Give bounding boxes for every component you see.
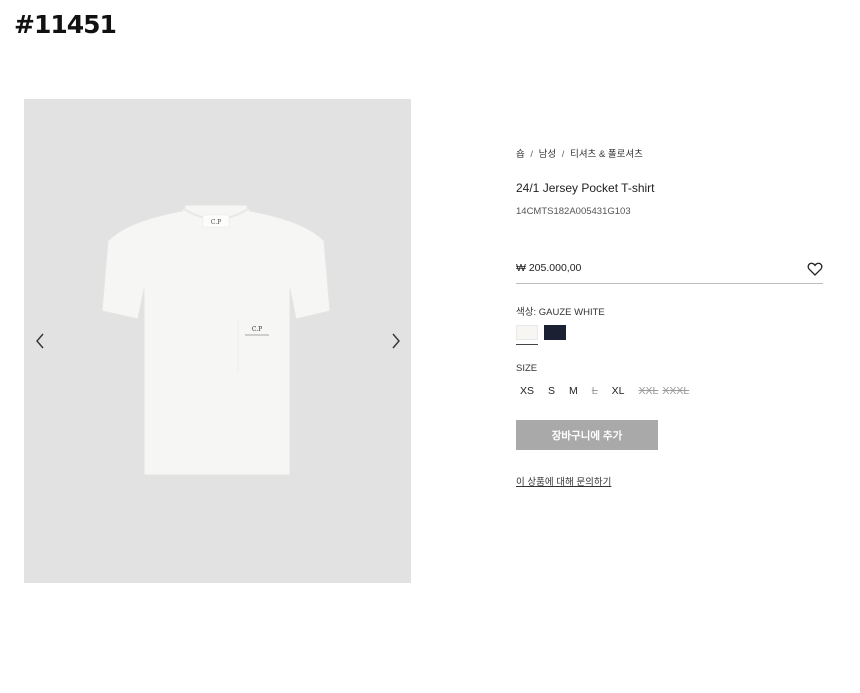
product-price: ₩ 205.000,00 bbox=[516, 262, 582, 274]
product-image: C.P C.P bbox=[101, 204, 331, 476]
breadcrumb-separator: / bbox=[530, 149, 534, 160]
size-option-m[interactable]: M bbox=[569, 385, 578, 397]
breadcrumb: 숍 / 남성 / 티셔츠 & 폴로셔츠 bbox=[516, 146, 643, 160]
breadcrumb-subcategory[interactable]: 티셔츠 & 폴로셔츠 bbox=[570, 149, 643, 160]
size-option-s[interactable]: S bbox=[548, 385, 555, 397]
chevron-right-icon bbox=[392, 333, 400, 349]
breadcrumb-home[interactable]: 숍 bbox=[516, 149, 525, 160]
add-to-cart-button[interactable]: 장바구니에 추가 bbox=[516, 420, 658, 450]
next-image-button[interactable] bbox=[386, 331, 406, 351]
color-label-prefix: 색상: bbox=[516, 307, 537, 318]
prev-image-button[interactable] bbox=[30, 331, 50, 351]
selected-swatch-indicator bbox=[516, 344, 538, 345]
product-gallery: C.P C.P bbox=[24, 99, 411, 583]
size-option-xl[interactable]: XL bbox=[612, 385, 625, 397]
size-options: XS S M L XL XXL XXXL bbox=[516, 385, 689, 397]
product-title: 24/1 Jersey Pocket T-shirt bbox=[516, 181, 655, 195]
color-swatch-navy[interactable] bbox=[544, 325, 566, 340]
size-label: SIZE bbox=[516, 363, 538, 374]
breadcrumb-separator: / bbox=[561, 149, 565, 160]
color-label: 색상: GAUZE WHITE bbox=[516, 304, 605, 318]
pocket-logo: C.P bbox=[252, 326, 262, 333]
price-row: ₩ 205.000,00 bbox=[516, 260, 823, 284]
product-code: 14CMTS182A005431G103 bbox=[516, 206, 631, 217]
label-logo: C.P bbox=[211, 219, 221, 226]
heart-icon[interactable] bbox=[807, 261, 823, 277]
size-option-xs[interactable]: XS bbox=[520, 385, 534, 397]
breadcrumb-category[interactable]: 남성 bbox=[539, 149, 556, 160]
size-option-l: L bbox=[591, 385, 598, 397]
color-selected-name: GAUZE WHITE bbox=[538, 307, 605, 318]
page-id: #11451 bbox=[14, 10, 117, 39]
size-option-xxxl: XXXL bbox=[662, 385, 690, 397]
color-swatch-gauze-white[interactable] bbox=[516, 325, 538, 340]
chevron-left-icon bbox=[36, 333, 44, 349]
size-option-xxl: XXL bbox=[638, 385, 659, 397]
product-inquiry-link[interactable]: 이 상품에 대해 문의하기 bbox=[516, 474, 611, 488]
